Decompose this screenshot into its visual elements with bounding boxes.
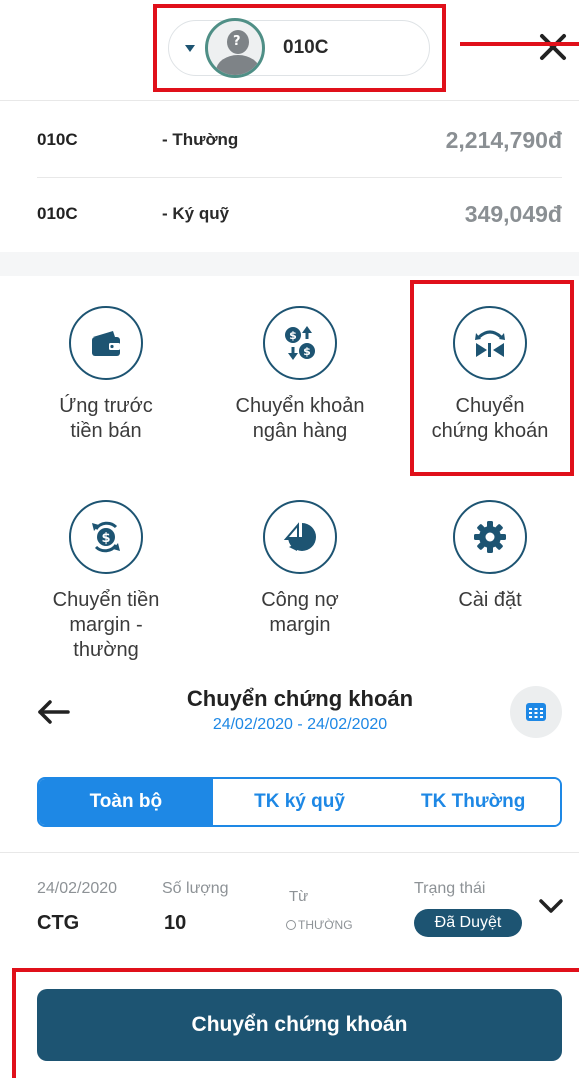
action-label: Chuyển tiền margin - thường <box>52 589 160 661</box>
record-from-value: THƯỜNG <box>298 918 353 932</box>
gear-icon <box>474 521 506 553</box>
action-label: Chuyển khoản ngân hàng <box>235 395 365 442</box>
back-arrow-icon[interactable] <box>36 698 70 726</box>
balance-account-code: 010C <box>37 204 78 223</box>
action-icon-circle: $ <box>69 500 143 574</box>
chevron-down-icon[interactable] <box>538 896 564 916</box>
page-title: Chuyển chứng khoán <box>186 686 414 711</box>
balance-account-type: - Thường <box>162 130 239 149</box>
date-range[interactable]: 24/02/2020 - 24/02/2020 <box>100 716 500 734</box>
record-quantity: 10 <box>164 912 187 934</box>
balance-amount: 2,214,790đ <box>445 126 562 153</box>
balance-account-code: 010C <box>37 130 78 149</box>
record-status-label: Trạng thái <box>414 880 486 897</box>
action-icon-circle <box>263 500 337 574</box>
svg-text:$: $ <box>101 531 110 546</box>
action-margin-normal-transfer[interactable]: $ Chuyển tiền margin - thường <box>16 500 196 663</box>
balance-amount: 349,049đ <box>464 200 562 227</box>
wallet-icon <box>92 331 120 356</box>
from-radio-icon <box>286 920 296 930</box>
divider <box>0 100 579 101</box>
money-exchange-icon: $ $ <box>285 326 315 360</box>
action-icon-circle <box>453 500 527 574</box>
calendar-button[interactable] <box>510 686 562 738</box>
record-date: 24/02/2020 <box>37 880 118 897</box>
balance-row-normal[interactable]: 010C - Thường 2,214,790đ <box>0 102 579 178</box>
account-filter-tabs: Toàn bộ TK ký quỹ TK Thường <box>37 777 562 827</box>
record-from: THƯỜNG <box>286 918 353 932</box>
divider <box>0 852 579 853</box>
close-icon[interactable] <box>538 32 568 62</box>
record-quantity-label: Số lượng <box>162 880 229 897</box>
calendar-icon <box>526 703 546 721</box>
action-advance-sale[interactable]: Ứng trước tiền bán <box>16 306 196 444</box>
pie-chart-icon <box>283 522 316 551</box>
record-symbol: CTG <box>37 912 80 934</box>
balance-account-type: - Ký quỹ <box>162 204 230 223</box>
annotation-pointer-line <box>460 42 579 46</box>
section-separator <box>0 252 579 276</box>
annotation-box-primary-button <box>12 968 579 1078</box>
action-label: Ứng trước tiền bán <box>59 395 153 442</box>
action-bank-transfer[interactable]: $ $ Chuyển khoản ngân hàng <box>210 306 390 444</box>
tab-normal-account[interactable]: TK Thường <box>386 779 560 825</box>
svg-text:$: $ <box>303 345 311 358</box>
action-label: Cài đặt <box>458 589 522 611</box>
balance-row-margin[interactable]: 010C - Ký quỹ 349,049đ <box>0 176 579 252</box>
annotation-box-stock-transfer <box>410 280 574 476</box>
action-label: Công nợ margin <box>261 589 339 636</box>
action-margin-debt[interactable]: Công nợ margin <box>210 500 390 638</box>
annotation-box-account <box>153 4 446 92</box>
svg-text:$: $ <box>289 329 297 342</box>
action-icon-circle <box>69 306 143 380</box>
money-refresh-icon: $ <box>92 521 120 553</box>
tab-margin-account[interactable]: TK ký quỹ <box>212 779 387 825</box>
action-icon-circle: $ $ <box>263 306 337 380</box>
status-badge: Đã Duyệt <box>414 909 522 937</box>
action-settings[interactable]: Cài đặt <box>400 500 579 613</box>
tab-all[interactable]: Toàn bộ <box>39 779 213 825</box>
record-from-label: Từ <box>289 888 309 905</box>
